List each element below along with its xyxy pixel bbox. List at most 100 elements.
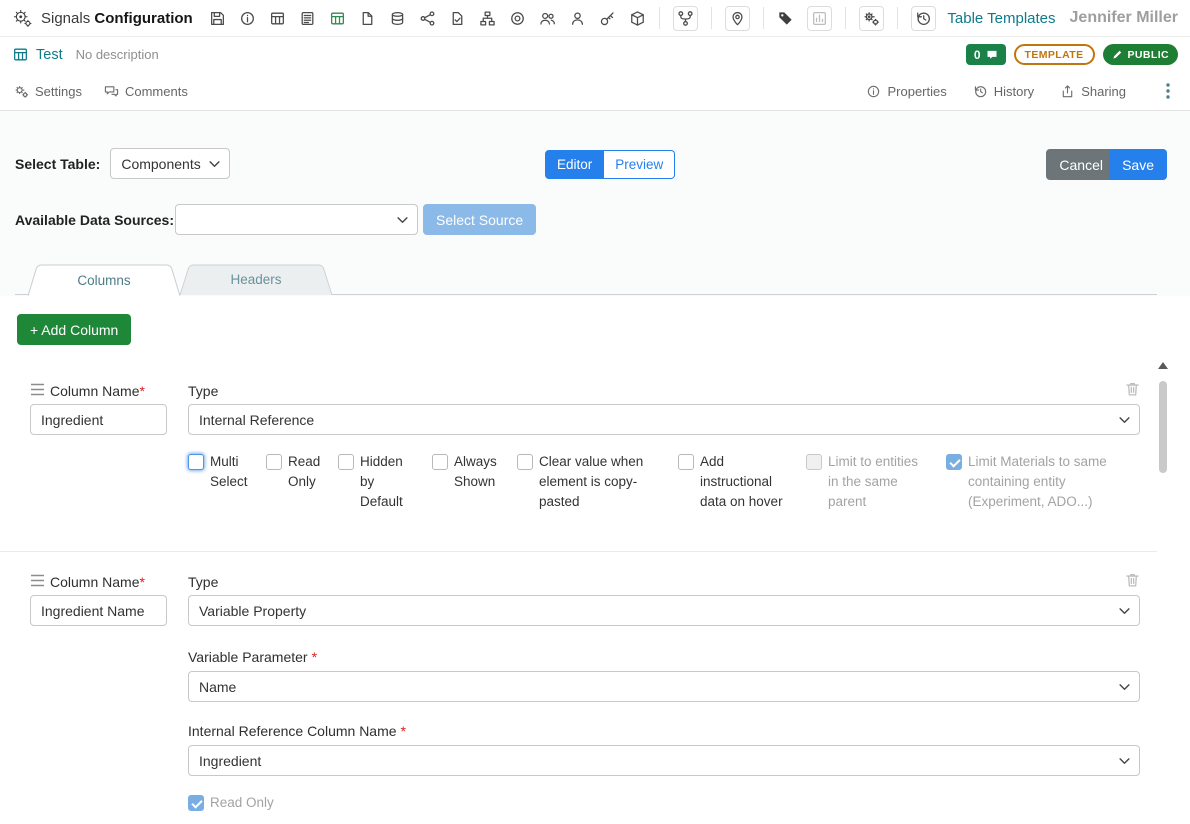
chevron-down-icon (1119, 608, 1130, 615)
editor-preview-toggle: Editor Preview (545, 150, 675, 179)
history-icon[interactable] (911, 6, 936, 31)
toolbar-divider (845, 7, 846, 29)
table-templates-link[interactable]: Table Templates (947, 10, 1055, 27)
table-templates-icon[interactable] (329, 10, 346, 27)
location-icon[interactable] (725, 6, 750, 31)
column-name-label: Column Name* (50, 381, 145, 401)
internal-reference-column-label: Internal Reference Column Name* (188, 721, 406, 741)
scroll-up-arrow-icon[interactable] (1158, 362, 1168, 369)
data-sources-dropdown[interactable] (175, 204, 418, 235)
properties-button[interactable]: Properties (866, 84, 946, 99)
preview-tab-button[interactable]: Preview (604, 150, 675, 179)
checkbox-box (678, 454, 694, 470)
variable-parameter-dropdown[interactable]: Name (188, 671, 1140, 702)
user-icon[interactable] (569, 10, 586, 27)
info-icon[interactable] (239, 10, 256, 27)
column-name-input[interactable] (30, 404, 167, 435)
settings-button[interactable]: Settings (14, 84, 82, 99)
public-badge-label: PUBLIC (1128, 49, 1169, 61)
tag-icon[interactable] (777, 10, 794, 27)
file-check-icon[interactable] (449, 10, 466, 27)
app-brand: Signals Configuration (12, 8, 193, 29)
type-label: Type (188, 572, 218, 592)
workflow-icon[interactable] (673, 6, 698, 31)
checkbox-clear-value-on-copy[interactable]: Clear value when element is copy-pasted (517, 452, 678, 512)
checkbox-multi-select[interactable]: Multi Select (188, 452, 266, 492)
share-icon[interactable] (419, 10, 436, 27)
gears-icon[interactable] (859, 6, 884, 31)
comments-label: Comments (125, 84, 188, 99)
checkbox-read-only[interactable]: Read Only (188, 793, 274, 813)
users-icon[interactable] (539, 10, 556, 27)
internal-reference-dropdown[interactable]: Ingredient (188, 745, 1140, 776)
history-button[interactable]: History (973, 84, 1034, 99)
key-icon[interactable] (599, 10, 616, 27)
checkbox-box (338, 454, 354, 470)
select-table-value: Components (121, 156, 200, 172)
tab-columns[interactable]: Columns (28, 264, 180, 296)
save-icon[interactable] (209, 10, 226, 27)
more-options-button[interactable] (1160, 82, 1176, 100)
checkbox-always-shown[interactable]: Always Shown (432, 452, 517, 492)
chart-icon[interactable] (807, 6, 832, 31)
toolbar-divider (711, 7, 712, 29)
history-label: History (994, 84, 1034, 99)
checkbox-instructional-data[interactable]: Add instructional data on hover (678, 452, 806, 512)
action-bar: Settings Comments Properties History Sha… (0, 72, 1190, 111)
info-circle-icon (866, 84, 881, 99)
variable-parameter-value: Name (199, 679, 236, 695)
delete-column-icon[interactable] (1124, 571, 1141, 589)
document-badges: 0 TEMPLATE PUBLIC (966, 44, 1178, 65)
pencil-icon (1112, 49, 1123, 60)
chevron-down-icon (1119, 417, 1130, 424)
document-icon[interactable] (359, 10, 376, 27)
add-column-button[interactable]: + Add Column (17, 314, 131, 345)
drag-handle-icon[interactable] (30, 383, 45, 396)
document-title-wrap: Test No description (12, 46, 159, 63)
hierarchy-icon[interactable] (479, 10, 496, 27)
table-doc-icon (12, 46, 29, 63)
main-content: Select Table: Components Editor Preview … (0, 111, 1190, 824)
user-menu[interactable]: Jennifer Miller (1070, 9, 1178, 27)
delete-column-icon[interactable] (1124, 380, 1141, 398)
chevron-down-icon (1119, 684, 1130, 691)
vertical-scrollbar[interactable] (1156, 360, 1169, 824)
checkbox-hidden-by-default[interactable]: Hidden by Default (338, 452, 432, 512)
sharing-button[interactable]: Sharing (1060, 84, 1126, 99)
checkbox-read-only[interactable]: Read Only (266, 452, 338, 492)
public-badge[interactable]: PUBLIC (1103, 44, 1178, 65)
editor-tab-button[interactable]: Editor (545, 150, 604, 179)
comments-count-badge[interactable]: 0 (966, 44, 1006, 65)
chevron-down-icon (209, 161, 220, 168)
list-icon[interactable] (299, 10, 316, 27)
select-source-button[interactable]: Select Source (423, 204, 536, 235)
checkbox-limit-entities-same-parent[interactable]: Limit to entities in the same parent (806, 452, 946, 512)
history-clock-icon (973, 84, 988, 99)
data-sources-label: Available Data Sources: (15, 212, 175, 228)
database-icon[interactable] (389, 10, 406, 27)
checkbox-box (946, 454, 962, 470)
column-name-input[interactable] (30, 595, 167, 626)
drag-handle-icon[interactable] (30, 574, 45, 587)
scrollbar-thumb[interactable] (1159, 381, 1167, 473)
checkbox-box (432, 454, 448, 470)
table-icon[interactable] (269, 10, 286, 27)
comments-count: 0 (974, 48, 981, 62)
column-name-label: Column Name* (50, 572, 145, 592)
speech-bubble-icon (986, 49, 998, 61)
variable-parameter-label: Variable Parameter* (188, 647, 317, 667)
package-icon[interactable] (629, 10, 646, 27)
comments-icon (104, 84, 119, 99)
comments-button[interactable]: Comments (104, 84, 188, 99)
internal-reference-value: Ingredient (199, 753, 261, 769)
column-type-dropdown[interactable]: Internal Reference (188, 404, 1140, 435)
settings-gear-icon (12, 8, 33, 29)
column-type-value: Variable Property (199, 603, 306, 619)
cancel-button[interactable]: Cancel (1046, 149, 1116, 180)
save-button[interactable]: Save (1109, 149, 1167, 180)
checkbox-limit-materials-containing-entity[interactable]: Limit Materials to same containing entit… (946, 452, 1140, 512)
target-icon[interactable] (509, 10, 526, 27)
tab-headers[interactable]: Headers (180, 264, 332, 295)
select-table-dropdown[interactable]: Components (110, 148, 230, 179)
column-type-dropdown[interactable]: Variable Property (188, 595, 1140, 626)
